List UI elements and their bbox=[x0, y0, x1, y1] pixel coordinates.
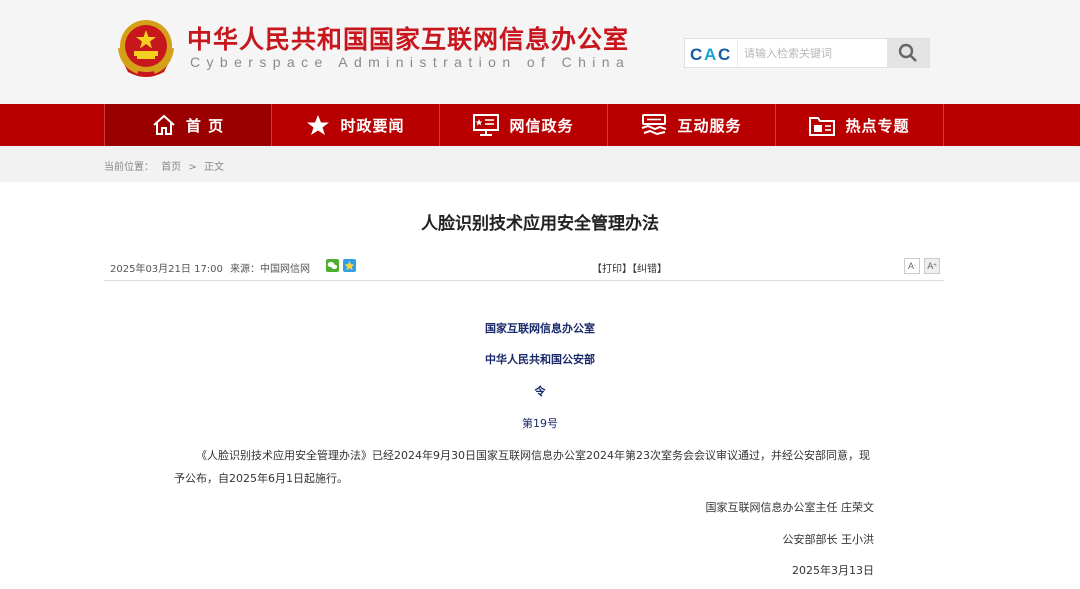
nav-item-services[interactable]: 互动服务 bbox=[608, 104, 776, 146]
order-label: 令 bbox=[534, 385, 546, 398]
wechat-share-icon[interactable] bbox=[326, 259, 339, 272]
font-decrease-button[interactable]: A- bbox=[904, 258, 920, 274]
home-icon bbox=[153, 114, 175, 135]
star-icon bbox=[307, 115, 330, 135]
issuer-line-1: 国家互联网信息办公室 bbox=[485, 322, 595, 335]
font-increase-button[interactable]: A + bbox=[924, 258, 940, 274]
nav-item-label: 热点专题 bbox=[845, 116, 910, 135]
breadcrumb-bar: 当前位置： 首页 > 正文 bbox=[0, 146, 1080, 182]
cac-logo-icon: C A C bbox=[690, 45, 731, 64]
cac-logo[interactable]: C A C bbox=[689, 43, 733, 65]
qzone-share-icon[interactable] bbox=[343, 259, 356, 272]
source-label: 来源： bbox=[230, 264, 260, 275]
article-meta: 2025年03月21日 17:00 来源：中国网信网 【打印】【纠错】 A- A… bbox=[104, 252, 944, 281]
breadcrumb: 当前位置： 首页 > 正文 bbox=[104, 158, 228, 173]
svg-text:A: A bbox=[704, 45, 716, 64]
signature-2: 公安部部长 王小洪 bbox=[782, 533, 875, 546]
search-input[interactable] bbox=[737, 39, 887, 67]
font-size-controls: A- A + bbox=[904, 258, 940, 274]
share-buttons bbox=[326, 259, 356, 272]
breadcrumb-separator: > bbox=[188, 162, 197, 173]
site-title[interactable]: 中华人民共和国国家互联网信息办公室 bbox=[187, 20, 629, 56]
issuer-line-2: 中华人民共和国公安部 bbox=[485, 353, 595, 366]
national-emblem-icon[interactable] bbox=[116, 18, 176, 80]
svg-text:C: C bbox=[718, 45, 730, 64]
folder-icon bbox=[809, 117, 836, 136]
nav-item-topics[interactable]: 热点专题 bbox=[776, 104, 944, 146]
breadcrumb-home-link[interactable]: 首页 bbox=[161, 162, 181, 173]
nav-item-news[interactable]: 时政要闻 bbox=[272, 104, 440, 146]
search-box: C A C bbox=[684, 38, 930, 68]
nav-item-affairs[interactable]: 网信政务 bbox=[440, 104, 608, 146]
site-header: 中华人民共和国国家互联网信息办公室 Cyberspace Administrat… bbox=[0, 0, 1080, 104]
main-nav: 首 页 时政要闻 网信政务 互动服务 热点专题 bbox=[0, 104, 1080, 146]
nav-item-label: 互动服务 bbox=[677, 116, 742, 135]
article-body: 《人脸识别技术应用安全管理办法》已经2024年9月30日国家互联网信息办公室20… bbox=[174, 449, 870, 485]
breadcrumb-current: 正文 bbox=[203, 162, 224, 173]
site-title-english: Cyberspace Administration of China bbox=[190, 54, 631, 70]
handshake-icon bbox=[642, 114, 667, 136]
print-correct-links[interactable]: 【打印】【纠错】 bbox=[592, 260, 667, 275]
nav-item-label: 网信政务 bbox=[509, 116, 574, 135]
search-icon bbox=[898, 43, 917, 62]
nav-item-label: 首 页 bbox=[185, 116, 225, 135]
nav-item-label: 时政要闻 bbox=[340, 116, 405, 135]
svg-text:C: C bbox=[690, 45, 702, 64]
signature-date: 2025年3月13日 bbox=[792, 564, 874, 577]
article-date: 2025年03月21日 17:00 bbox=[110, 264, 223, 275]
nav-item-home[interactable]: 首 页 bbox=[104, 104, 272, 146]
article-source: 来源：中国网信网 bbox=[230, 260, 310, 275]
signature-1: 国家互联网信息办公室主任 庄荣文 bbox=[705, 501, 875, 514]
article-title: 人脸识别技术应用安全管理办法 bbox=[421, 214, 659, 234]
monitor-icon bbox=[473, 114, 500, 136]
order-number: 第19号 bbox=[522, 417, 558, 430]
breadcrumb-prefix: 当前位置： bbox=[104, 162, 154, 173]
source-name: 中国网信网 bbox=[260, 264, 310, 275]
search-button[interactable] bbox=[887, 39, 929, 67]
